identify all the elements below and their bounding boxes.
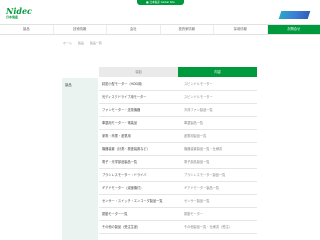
row-label: 精密小型モーター（HDD用） bbox=[102, 82, 145, 86]
row-link[interactable]: スピンドルモーター bbox=[184, 91, 256, 104]
table-row: センサー・スイッチ・エンコーダ製品一覧 センサー製品一覧 bbox=[99, 195, 257, 208]
row-label: 振動モーター一覧 bbox=[102, 212, 128, 216]
nav-item-investors[interactable]: 投資家情報 bbox=[161, 25, 214, 34]
table-row: ブラシレスモーター・ドライバ ブラシレスモーター製品一覧 bbox=[99, 169, 257, 182]
nav-item-company[interactable]: 会社 bbox=[107, 25, 161, 34]
table-row: その他の製品（受注生産） その他製品一覧・仕様書（受注） bbox=[99, 221, 257, 234]
row-label: ファンモーター・送風機器 bbox=[102, 108, 141, 112]
table-row: 精密小型モーター（HDD用） スピンドルモーター bbox=[99, 78, 257, 91]
row-link[interactable]: ブラシレスモーター製品一覧 bbox=[184, 169, 256, 182]
breadcrumb: ホーム 製品 製品一覧 bbox=[63, 41, 107, 45]
table-row: 光ディスクドライブ用モーター スピンドルモーター bbox=[99, 91, 257, 104]
table-row: ギアドモーター（減速機付） ギアドモーター製品一覧 bbox=[99, 182, 257, 195]
nav-item-contact[interactable]: お問合せ bbox=[267, 25, 320, 34]
row-link[interactable]: ギアドモーター製品一覧 bbox=[184, 182, 256, 195]
row-label: センサー・スイッチ・エンコーダ製品一覧 bbox=[102, 199, 163, 203]
row-label: ブラシレスモーター・ドライバ bbox=[102, 173, 147, 177]
row-label: 家電・商業・産業用 bbox=[102, 134, 131, 138]
site-header: ■ 日本電産 Global Site Nidec 日本電産 bbox=[0, 0, 320, 22]
table-row: 車載用モーター・電装品 車載製品一覧 bbox=[99, 117, 257, 130]
table-row: 電子・光学部品製品一覧 電子部品製品一覧 bbox=[99, 156, 257, 169]
table-header-item: 項目 bbox=[99, 67, 178, 77]
row-link[interactable]: 車載製品一覧 bbox=[184, 117, 256, 130]
table-row: 振動モーター一覧 振動モーター bbox=[99, 208, 257, 221]
row-link[interactable]: 機器装置製品一覧・仕様書 bbox=[184, 143, 256, 156]
nav-item-technology[interactable]: 技術情報 bbox=[54, 25, 107, 34]
brand-badge[interactable] bbox=[278, 11, 311, 19]
category-sidebar: 製品 bbox=[62, 78, 98, 240]
row-link[interactable]: センサー製品一覧 bbox=[184, 195, 256, 208]
breadcrumb-item: 製品一覧 bbox=[89, 41, 102, 45]
row-label: 光ディスクドライブ用モーター bbox=[102, 95, 147, 99]
row-label: ギアドモーター（減速機付） bbox=[102, 186, 144, 190]
row-link[interactable]: 振動モーター bbox=[184, 208, 256, 221]
company-logo[interactable]: Nidec 日本電産 bbox=[6, 7, 32, 19]
row-label: 電子・光学部品製品一覧 bbox=[102, 160, 138, 164]
category-label: 製品 bbox=[65, 83, 72, 87]
row-link[interactable]: 電子部品製品一覧 bbox=[184, 156, 256, 169]
row-link[interactable]: その他製品一覧・仕様書（受注） bbox=[184, 221, 256, 234]
breadcrumb-item[interactable]: ホーム bbox=[63, 41, 72, 45]
row-link[interactable]: 冷却ファン製品一覧 bbox=[184, 104, 256, 117]
row-link[interactable]: 産業用製品一覧 bbox=[184, 130, 256, 143]
nav-item-careers[interactable]: 採用情報 bbox=[214, 25, 268, 34]
table-row: 家電・商業・産業用 産業用製品一覧 bbox=[99, 130, 257, 143]
nav-item-products[interactable]: 製品 bbox=[0, 25, 54, 34]
main-nav: 製品 技術情報 会社 投資家情報 採用情報 お問合せ bbox=[0, 24, 320, 35]
product-table: 精密小型モーター（HDD用） スピンドルモーター 光ディスクドライブ用モーター スピ… bbox=[99, 78, 257, 234]
logo-wordmark: Nidec bbox=[6, 6, 32, 16]
breadcrumb-item[interactable]: 製品 bbox=[78, 41, 84, 45]
row-label: 機器装置（計測・検査装置など） bbox=[102, 147, 150, 151]
table-header-content: 内容 bbox=[178, 67, 257, 77]
table-row: ファンモーター・送風機器 冷却ファン製品一覧 bbox=[99, 104, 257, 117]
row-link[interactable]: スピンドルモーター bbox=[184, 78, 256, 91]
row-label: その他の製品（受注生産） bbox=[102, 225, 141, 229]
row-label: 車載用モーター・電装品 bbox=[102, 121, 138, 125]
table-row: 機器装置（計測・検査装置など） 機器装置製品一覧・仕様書 bbox=[99, 143, 257, 156]
global-site-tab[interactable]: ■ 日本電産 Global Site bbox=[137, 0, 184, 5]
